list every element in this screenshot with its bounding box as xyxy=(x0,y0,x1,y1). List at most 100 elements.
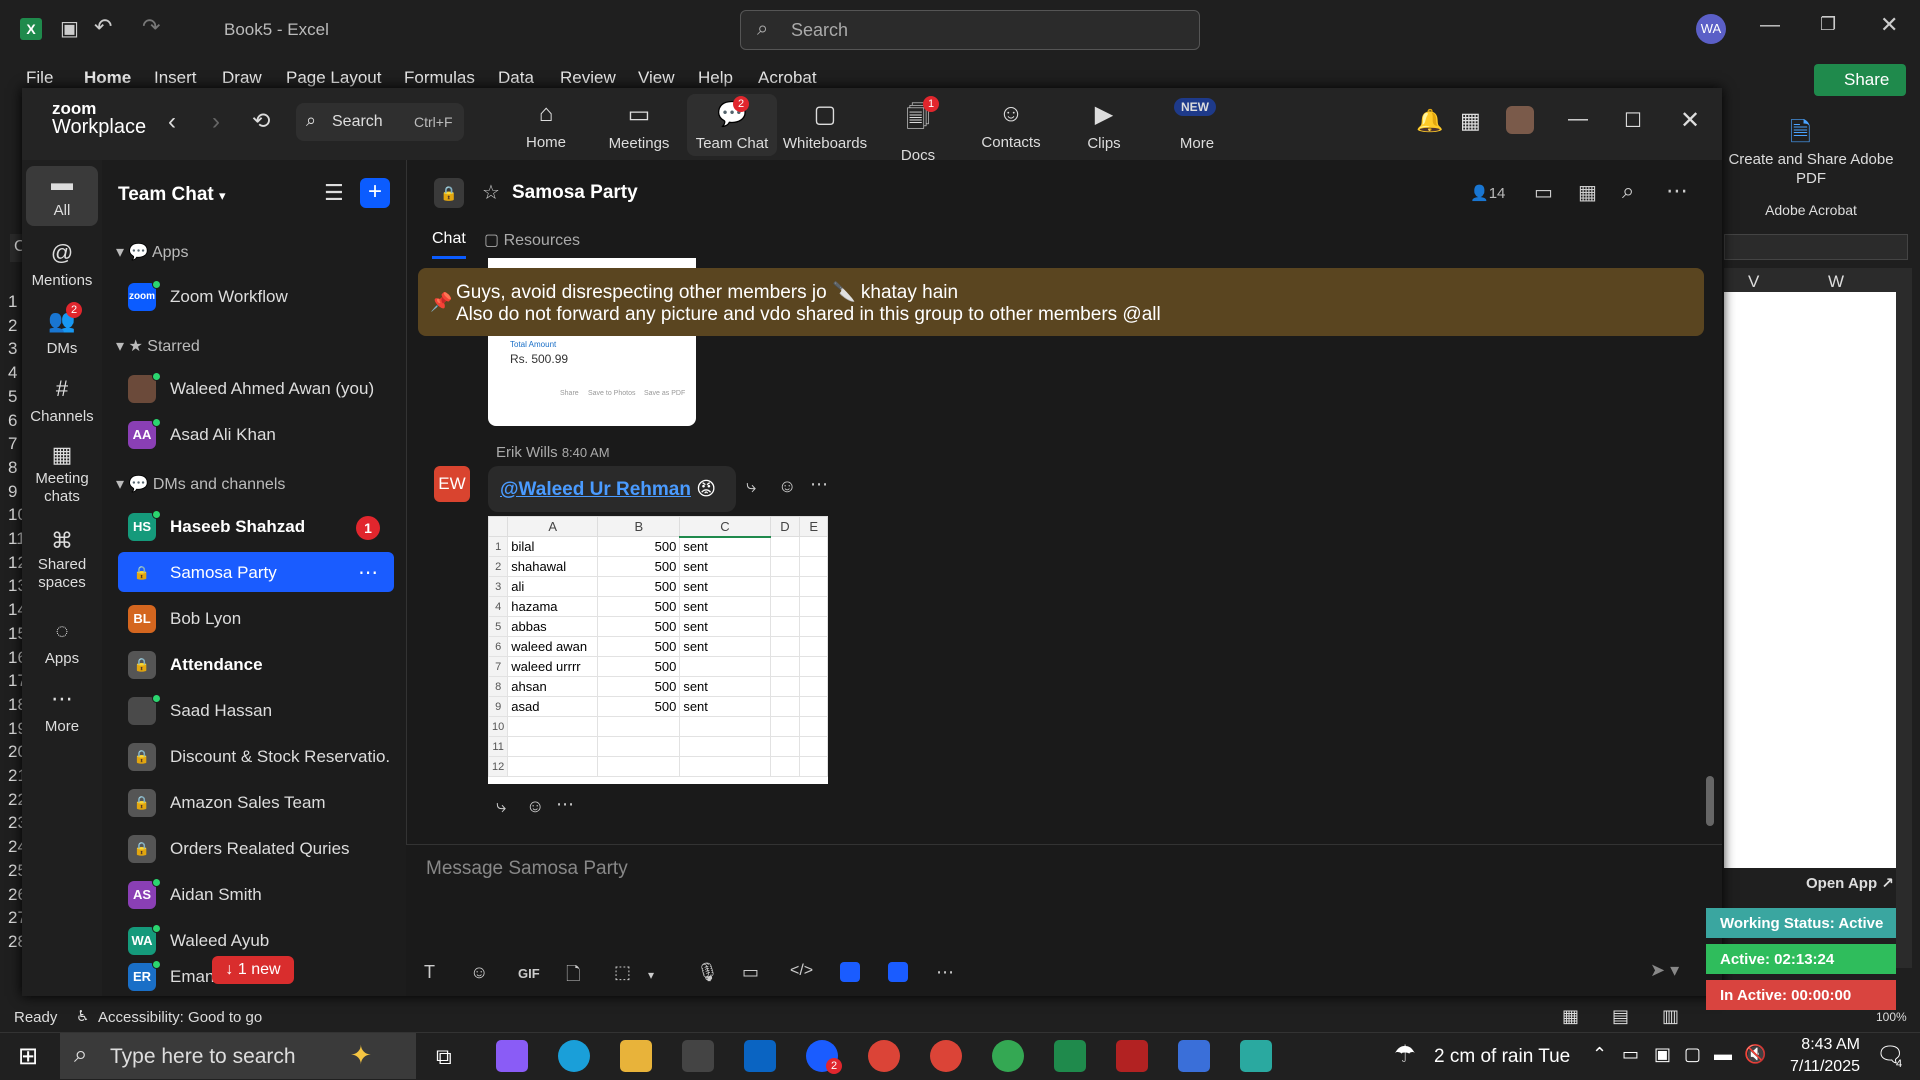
emoji-react-icon[interactable]: ☺ xyxy=(778,476,796,497)
rail-more[interactable]: ⋯ More xyxy=(22,686,102,735)
emoji-react-icon[interactable]: ☺ xyxy=(526,796,544,817)
chrome-icon[interactable] xyxy=(992,1040,1024,1072)
back-icon[interactable]: ‹ xyxy=(168,108,176,136)
more-icon[interactable]: ⋯ xyxy=(810,474,828,495)
list-item[interactable]: AA Asad Ali Khan xyxy=(118,414,394,454)
calendar-icon[interactable]: ▦ xyxy=(1460,108,1481,134)
normal-view-icon[interactable]: ▦ xyxy=(1562,1006,1579,1027)
notifications-icon[interactable]: 🔔 xyxy=(1416,108,1443,134)
nav-home[interactable]: ⌂ Home xyxy=(501,100,591,151)
redo-icon[interactable]: ↷ xyxy=(142,14,160,40)
minimize-icon[interactable]: — xyxy=(1760,14,1780,37)
more-icon[interactable]: ⋯ xyxy=(358,560,378,585)
star-icon[interactable]: ☆ xyxy=(482,180,500,205)
nav-meetings[interactable]: ▭ Meetings xyxy=(594,100,684,152)
list-item[interactable]: 🔒 Amazon Sales Team xyxy=(118,782,394,822)
rail-shared-spaces[interactable]: ⌘ Shared spaces xyxy=(22,530,102,592)
nav-whiteboards[interactable]: ▢ Whiteboards xyxy=(780,100,870,152)
list-item[interactable]: BL Bob Lyon xyxy=(118,598,394,638)
rail-apps[interactable]: ◌ Apps xyxy=(22,618,102,667)
col-w[interactable]: W xyxy=(1828,272,1844,292)
calculator-icon[interactable] xyxy=(1178,1040,1210,1072)
create-pdf-button[interactable]: Create and Share Adobe PDF xyxy=(1726,150,1896,188)
rail-mentions[interactable]: @ Mentions xyxy=(22,240,102,289)
minimize-icon[interactable]: — xyxy=(1568,108,1588,131)
send-button[interactable]: ➤ ▾ xyxy=(1650,960,1679,981)
members-count[interactable]: 👤14 xyxy=(1470,184,1505,202)
history-icon[interactable]: ⟲ xyxy=(252,108,270,134)
filter-icon[interactable]: ☰ xyxy=(324,180,344,206)
menu-draw[interactable]: Draw xyxy=(222,68,262,88)
zoom-search-input[interactable]: ⌕ Search Ctrl+F xyxy=(296,103,464,141)
code-icon[interactable]: </> xyxy=(790,962,813,980)
tab-chat[interactable]: Chat xyxy=(432,230,466,259)
video-message-icon[interactable]: ▭ xyxy=(742,962,759,983)
menu-review[interactable]: Review xyxy=(560,68,616,88)
page-layout-icon[interactable]: ▤ xyxy=(1612,1006,1629,1027)
nav-more[interactable]: ⋯MoreNEW xyxy=(1152,98,1242,152)
list-item[interactable]: Saad Hassan xyxy=(118,690,394,730)
excel-taskbar-icon[interactable] xyxy=(1054,1040,1086,1072)
windows-start-icon[interactable]: ⊞ xyxy=(18,1042,38,1071)
zoom-taskbar-icon[interactable]: 2 xyxy=(806,1040,842,1074)
nav-docs[interactable]: 🗐 Docs 1 xyxy=(873,96,963,164)
tab-resources[interactable]: ▢ Resources xyxy=(484,230,580,250)
list-item[interactable]: 🔒 Samosa Party ⋯ xyxy=(118,552,394,592)
list-item[interactable]: AS Aidan Smith xyxy=(118,874,394,914)
close-icon[interactable]: ✕ xyxy=(1680,106,1700,135)
avatar[interactable]: EW xyxy=(434,466,470,502)
more-icon[interactable]: ⋯ xyxy=(936,962,954,983)
list-item[interactable]: 🔒 Attendance xyxy=(118,644,394,684)
channel-title[interactable]: Samosa Party xyxy=(512,182,638,204)
section-apps[interactable]: ▾ 💬 Apps xyxy=(116,242,188,262)
menu-insert[interactable]: Insert xyxy=(154,68,197,88)
menu-formulas[interactable]: Formulas xyxy=(404,68,475,88)
outlook-icon[interactable] xyxy=(744,1040,776,1072)
col-v[interactable]: V xyxy=(1748,272,1759,292)
app-icon-2[interactable] xyxy=(888,962,908,982)
nav-contacts[interactable]: ☺ Contacts xyxy=(966,100,1056,151)
list-item[interactable]: Waleed Ahmed Awan (you) xyxy=(118,368,394,408)
zoom-level[interactable]: 100% xyxy=(1876,1010,1907,1024)
sidebar-title[interactable]: Team Chat ▾ xyxy=(118,184,226,206)
forward-icon[interactable]: › xyxy=(212,108,220,136)
restore-icon[interactable]: ❐ xyxy=(1820,14,1836,35)
vertical-scrollbar[interactable] xyxy=(1896,268,1912,968)
weather-icon[interactable]: ☂ xyxy=(1394,1040,1416,1069)
section-dms[interactable]: ▾ 💬 DMs and channels xyxy=(116,474,285,494)
screenshot-icon[interactable]: ⬚ xyxy=(614,962,631,983)
undo-icon[interactable]: ↶ xyxy=(94,14,112,40)
more-icon[interactable]: ⋯ xyxy=(1666,178,1688,204)
nav-clips[interactable]: ▶ Clips xyxy=(1059,100,1149,152)
file-explorer-icon[interactable] xyxy=(620,1040,652,1072)
mention-link[interactable]: @Waleed Ur Rehman xyxy=(500,479,691,500)
battery-icon[interactable]: ▬ xyxy=(1714,1044,1732,1065)
reply-icon[interactable]: ⤷ xyxy=(746,476,756,497)
section-starred[interactable]: ▾ ★ Starred xyxy=(116,336,200,356)
sender-name[interactable]: Erik Wills xyxy=(496,444,558,461)
list-item[interactable]: 🔒 Discount & Stock Reservatio... xyxy=(118,736,394,776)
menu-file[interactable]: File xyxy=(26,68,53,88)
clock[interactable]: 8:43 AM 7/11/2025 xyxy=(1770,1034,1860,1078)
save-icon[interactable]: ▣ xyxy=(60,16,79,41)
volume-icon[interactable]: 🔇 xyxy=(1744,1044,1766,1065)
avatar[interactable] xyxy=(1506,106,1534,134)
filezilla-icon[interactable] xyxy=(1116,1040,1148,1072)
network-icon[interactable]: ▭ xyxy=(1622,1044,1639,1065)
rail-all[interactable]: ▬ All xyxy=(26,166,98,226)
excel-grid[interactable] xyxy=(1724,268,1896,868)
excel-search-input[interactable]: ⌕ Search xyxy=(740,10,1200,50)
meet-icon[interactable]: ▣ xyxy=(1654,1044,1671,1065)
page-break-icon[interactable]: ▥ xyxy=(1662,1006,1679,1027)
display-icon[interactable]: ▢ xyxy=(1684,1044,1701,1065)
reply-icon[interactable]: ⤷ xyxy=(496,796,506,817)
status-accessibility[interactable]: Accessibility: Good to go xyxy=(98,1009,262,1026)
message-input[interactable]: Message Samosa Party xyxy=(426,858,1686,880)
menu-home[interactable]: Home xyxy=(84,68,131,88)
chrome-icon[interactable] xyxy=(868,1040,900,1072)
menu-data[interactable]: Data xyxy=(498,68,534,88)
pinned-message[interactable]: 📌 Guys, avoid disrespecting other member… xyxy=(418,268,1704,336)
emoji-icon[interactable]: ☺ xyxy=(470,962,488,983)
edge-icon[interactable] xyxy=(558,1040,590,1072)
gif-button[interactable]: GIF xyxy=(518,966,540,981)
